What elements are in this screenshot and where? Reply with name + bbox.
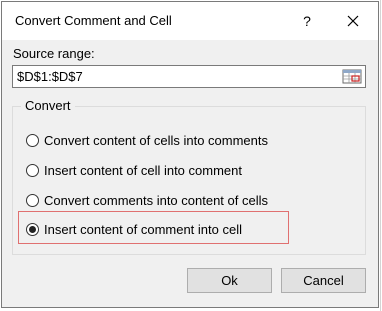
radio-button[interactable] <box>26 133 39 147</box>
cancel-button[interactable]: Cancel <box>281 268 366 293</box>
option-cells-into-comments[interactable]: Convert content of cells into comments <box>26 131 268 149</box>
option-comments-into-cells[interactable]: Convert comments into content of cells <box>26 191 268 209</box>
help-button[interactable]: ? <box>297 10 317 32</box>
radio-button[interactable] <box>26 163 39 177</box>
convert-group-legend: Convert <box>21 98 75 113</box>
range-select-icon <box>342 69 362 84</box>
option-label: Insert content of comment into cell <box>44 221 242 237</box>
radio-button-selected[interactable] <box>26 222 39 236</box>
dialog-title: Convert Comment and Cell <box>15 13 172 28</box>
title-bar: Convert Comment and Cell ? <box>2 2 378 40</box>
ok-button[interactable]: Ok <box>187 268 272 293</box>
close-button[interactable] <box>340 10 366 32</box>
option-label: Insert content of cell into comment <box>44 162 242 178</box>
range-select-button[interactable] <box>340 67 364 86</box>
help-icon: ? <box>303 13 311 29</box>
radio-button[interactable] <box>26 193 39 207</box>
close-icon <box>347 15 359 27</box>
grid-line <box>380 0 381 311</box>
source-range-label: Source range: <box>13 46 95 61</box>
option-cell-into-comment[interactable]: Insert content of cell into comment <box>26 161 242 179</box>
option-label: Convert content of cells into comments <box>44 132 268 148</box>
option-label: Convert comments into content of cells <box>44 192 268 208</box>
source-range-input[interactable] <box>12 65 366 88</box>
option-comment-into-cell[interactable]: Insert content of comment into cell <box>26 220 242 238</box>
